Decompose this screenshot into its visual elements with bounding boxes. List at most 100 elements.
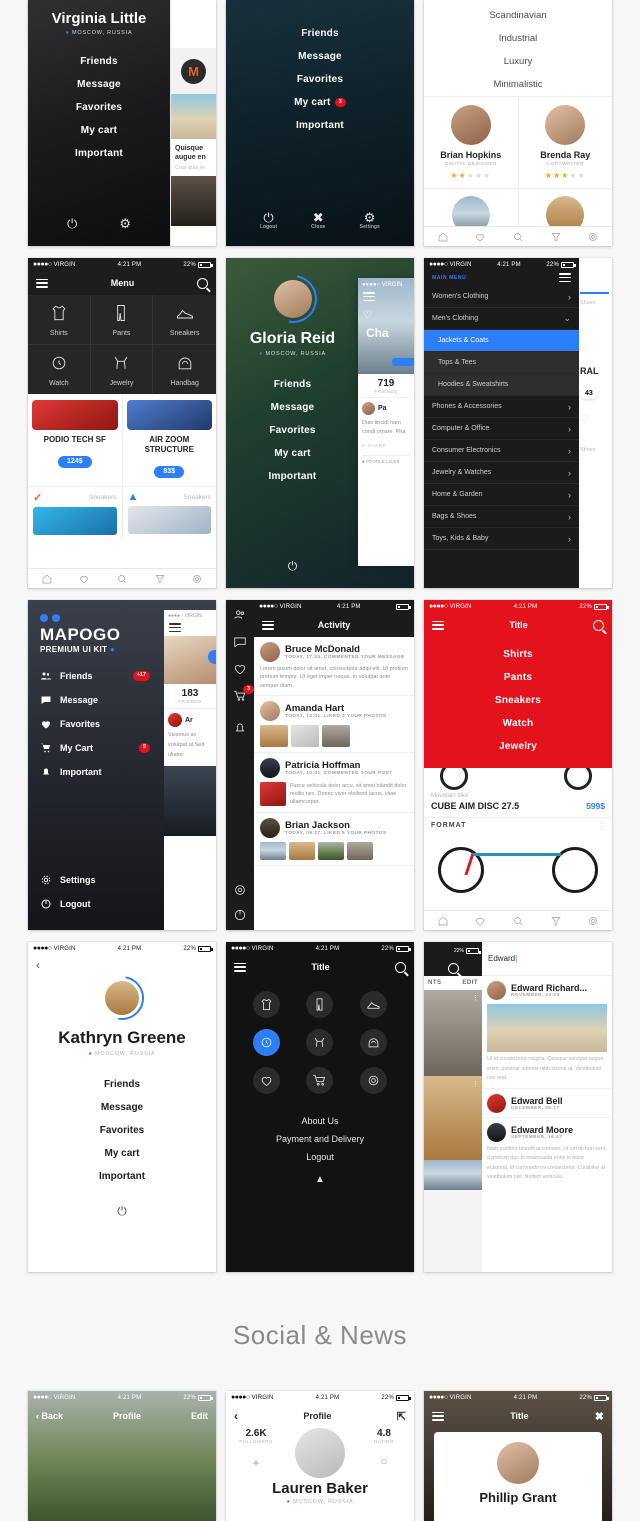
- menu-item-sneakers[interactable]: Sneakers: [424, 689, 612, 712]
- menu-item-my-cart[interactable]: My cart: [226, 442, 359, 465]
- close-button[interactable]: ✖ Close: [311, 211, 325, 230]
- category-bags-shoes[interactable]: Bags & Shoes ›: [424, 506, 579, 528]
- category-toys-kids-baby[interactable]: Toys, Kids & Baby ›: [424, 528, 579, 550]
- power-icon[interactable]: ⏻: [28, 1204, 216, 1219]
- person-card[interactable]: Brenda Ray COPYWRITER ★★★★★: [519, 97, 613, 188]
- tab-bar[interactable]: [424, 910, 612, 930]
- category-phones-accessories[interactable]: Phones & Accessories ›: [424, 396, 579, 418]
- peek-product-panel[interactable]: Shoes RAL 43 ♡ Shoes: [577, 258, 612, 588]
- menu-item-friends[interactable]: Friends: [226, 373, 359, 396]
- search-icon[interactable]: [197, 277, 208, 289]
- style-item-scandinavian[interactable]: Scandinavian: [424, 4, 612, 27]
- category-mens-clothing[interactable]: Men's Clothing ⌄: [424, 308, 579, 330]
- search-icon[interactable]: [116, 573, 128, 585]
- photo-thumb[interactable]: [318, 841, 344, 860]
- nav-bar[interactable]: Title ✖: [424, 1404, 612, 1428]
- gear-icon[interactable]: [587, 231, 599, 243]
- menu-item-important[interactable]: Important: [28, 142, 170, 165]
- category-home-garden[interactable]: Home & Garden ›: [424, 484, 579, 506]
- category-jackets-coats[interactable]: Jackets & Coats: [424, 330, 579, 352]
- filter-icon[interactable]: [154, 573, 166, 585]
- tile-handbag[interactable]: Handbag: [153, 345, 216, 394]
- grid-watch-button[interactable]: [253, 1029, 281, 1056]
- menu-item-watch[interactable]: Watch: [424, 712, 612, 735]
- peek-feed-panel[interactable]: M Quisque augue en Cras quis re: [170, 0, 216, 246]
- sidebar-bottom-nav[interactable]: Settings Logout: [28, 868, 162, 930]
- link-logout[interactable]: Logout: [226, 1148, 414, 1166]
- gear-icon[interactable]: [233, 883, 247, 897]
- menu-item-my-cart[interactable]: My cart: [28, 119, 170, 142]
- search-icon[interactable]: [512, 915, 524, 927]
- category-list[interactable]: Women's Clothing › Men's Clothing ⌄ Jacket…: [424, 286, 579, 550]
- hamburger-icon[interactable]: [234, 962, 246, 972]
- heart-icon[interactable]: ♡: [580, 412, 609, 425]
- hamburger-icon[interactable]: [169, 623, 181, 632]
- sidebar-item-favorites[interactable]: Favorites: [28, 712, 162, 736]
- heart-icon[interactable]: ♡: [363, 310, 372, 321]
- search-icon[interactable]: [447, 962, 459, 974]
- home-icon[interactable]: [437, 231, 449, 243]
- sidebar-nav[interactable]: Friends +17 Message Favorites My Cart 5 …: [28, 664, 162, 784]
- product-card[interactable]: AIR ZOOM STRUCTURE 83$: [123, 394, 217, 486]
- more-icon[interactable]: ⋮: [472, 994, 479, 1002]
- people-icon[interactable]: [233, 608, 247, 622]
- style-item-industrial[interactable]: Industrial: [424, 27, 612, 50]
- card-activity-feed[interactable]: 3 ●●●●○ VIRGIN 4:21 PM Activity Bruce Mc…: [226, 600, 414, 930]
- peek-action-button[interactable]: [392, 358, 414, 366]
- peek-post-panel[interactable]: ●●●●○ VIRGIN ♡ Cha 719 FRIENDS Pa Duis t…: [358, 278, 414, 566]
- menu-item-favorites[interactable]: Favorites: [28, 96, 170, 119]
- card-catalog-menu[interactable]: ●●●●○ VIRGIN 4:21 PM 22% MAIN MENU Women'…: [424, 258, 612, 588]
- tile-watch[interactable]: Watch: [28, 345, 91, 394]
- price-chip[interactable]: 83$: [154, 465, 185, 478]
- red-menu-list[interactable]: Shirts Pants Sneakers Watch Jewelry: [424, 643, 612, 758]
- link-about-us[interactable]: About Us: [226, 1112, 414, 1130]
- peek-feed-panel[interactable]: ●●●●○ VIRGIN 183 FRIENDS Ar Vivamus ac v…: [164, 610, 216, 930]
- menu-item-message[interactable]: Message: [226, 45, 414, 68]
- back-button[interactable]: ‹ Back: [36, 1411, 63, 1421]
- grid-cart-button[interactable]: [306, 1067, 334, 1094]
- tile-shirts[interactable]: Shirts: [28, 295, 91, 345]
- power-icon[interactable]: ⏻: [67, 216, 77, 232]
- category-jewelry-watches[interactable]: Jewelry & Watches ›: [424, 462, 579, 484]
- category-tops-tees[interactable]: Tops & Tees: [424, 352, 579, 374]
- card-profile-cover[interactable]: ●●●●○ VIRGIN 4:21 PM 22% ‹ Back Profile E…: [28, 1391, 216, 1521]
- menu-item-favorites[interactable]: Favorites: [226, 419, 359, 442]
- search-result[interactable]: Edward Bell DECEMBER, 05:17: [482, 1087, 612, 1113]
- search-icon[interactable]: [512, 231, 524, 243]
- add-icon[interactable]: +: [236, 1456, 276, 1470]
- menu-item-message[interactable]: Message: [28, 73, 170, 96]
- menu-item-pants[interactable]: Pants: [424, 666, 612, 689]
- heart-icon[interactable]: [233, 662, 247, 676]
- search-result[interactable]: Edward Moore SEPTEMBER, 16:47 Nam portti…: [482, 1116, 612, 1183]
- chat-icon[interactable]: [233, 635, 247, 649]
- card-red-menu[interactable]: ●●●●○ VIRGIN 4:21 PM 22% Title Shirts Pan…: [424, 600, 612, 930]
- photo-thumb[interactable]: [347, 841, 373, 860]
- nav-bar[interactable]: ‹ Profile ⇱: [226, 1404, 414, 1428]
- grid-sneaker-button[interactable]: [359, 991, 387, 1018]
- menu-item-friends[interactable]: Friends: [28, 1073, 216, 1096]
- side-menu[interactable]: Friends Message Favorites My cart 3 Impor…: [226, 22, 414, 137]
- card-kathryn-profile[interactable]: ●●●●○ VIRGIN 4:21 PM 22% ‹ Kathryn Greene…: [28, 942, 216, 1272]
- side-menu[interactable]: Friends Message Favorites My cart Import…: [226, 373, 359, 488]
- tile-jewelry[interactable]: Jewelry: [91, 345, 154, 394]
- share-icon[interactable]: ⇱: [397, 1410, 406, 1423]
- activity-row[interactable]: Bruce McDonald TODAY, 17:24. COMMENTED Y…: [254, 637, 414, 696]
- nav-bar[interactable]: Title: [424, 613, 612, 637]
- photo-thumb[interactable]: [260, 781, 286, 806]
- card-mapogo-sidebar[interactable]: MAPOGO PREMIUM UI KIT ● Friends +17 Mess…: [28, 600, 216, 930]
- gear-icon[interactable]: ⚙: [119, 216, 131, 232]
- heart-icon[interactable]: [474, 231, 486, 243]
- footer-actions[interactable]: ⏻ Logout ✖ Close ⚙ Settings: [226, 211, 414, 246]
- activity-photos[interactable]: [260, 841, 408, 860]
- result-photo[interactable]: [487, 1004, 607, 1052]
- menu-item-important[interactable]: Important: [28, 1165, 216, 1188]
- product-card[interactable]: PODIO TECH SF 124$: [28, 394, 123, 486]
- card-search-results[interactable]: 22% NTS EDIT ⋮ ⋮ Edward| Edward Richard.…: [424, 942, 612, 1272]
- product-card[interactable]: Mountain bike CUBE AIM DISC 27.5 599$: [424, 790, 612, 818]
- menu-item-my-cart[interactable]: My cart: [28, 1142, 216, 1165]
- menu-item-message[interactable]: Message: [28, 1096, 216, 1119]
- menu-item-favorites[interactable]: Favorites: [28, 1119, 216, 1142]
- activity-row[interactable]: Brian Jackson TODAY, 09:27. LIKED 5 YOUR…: [254, 812, 414, 866]
- grid-pants-button[interactable]: [306, 991, 334, 1018]
- card-dark-icon-grid[interactable]: ●●●●○ VIRGIN 4:21 PM 22% Title About Us …: [226, 942, 414, 1272]
